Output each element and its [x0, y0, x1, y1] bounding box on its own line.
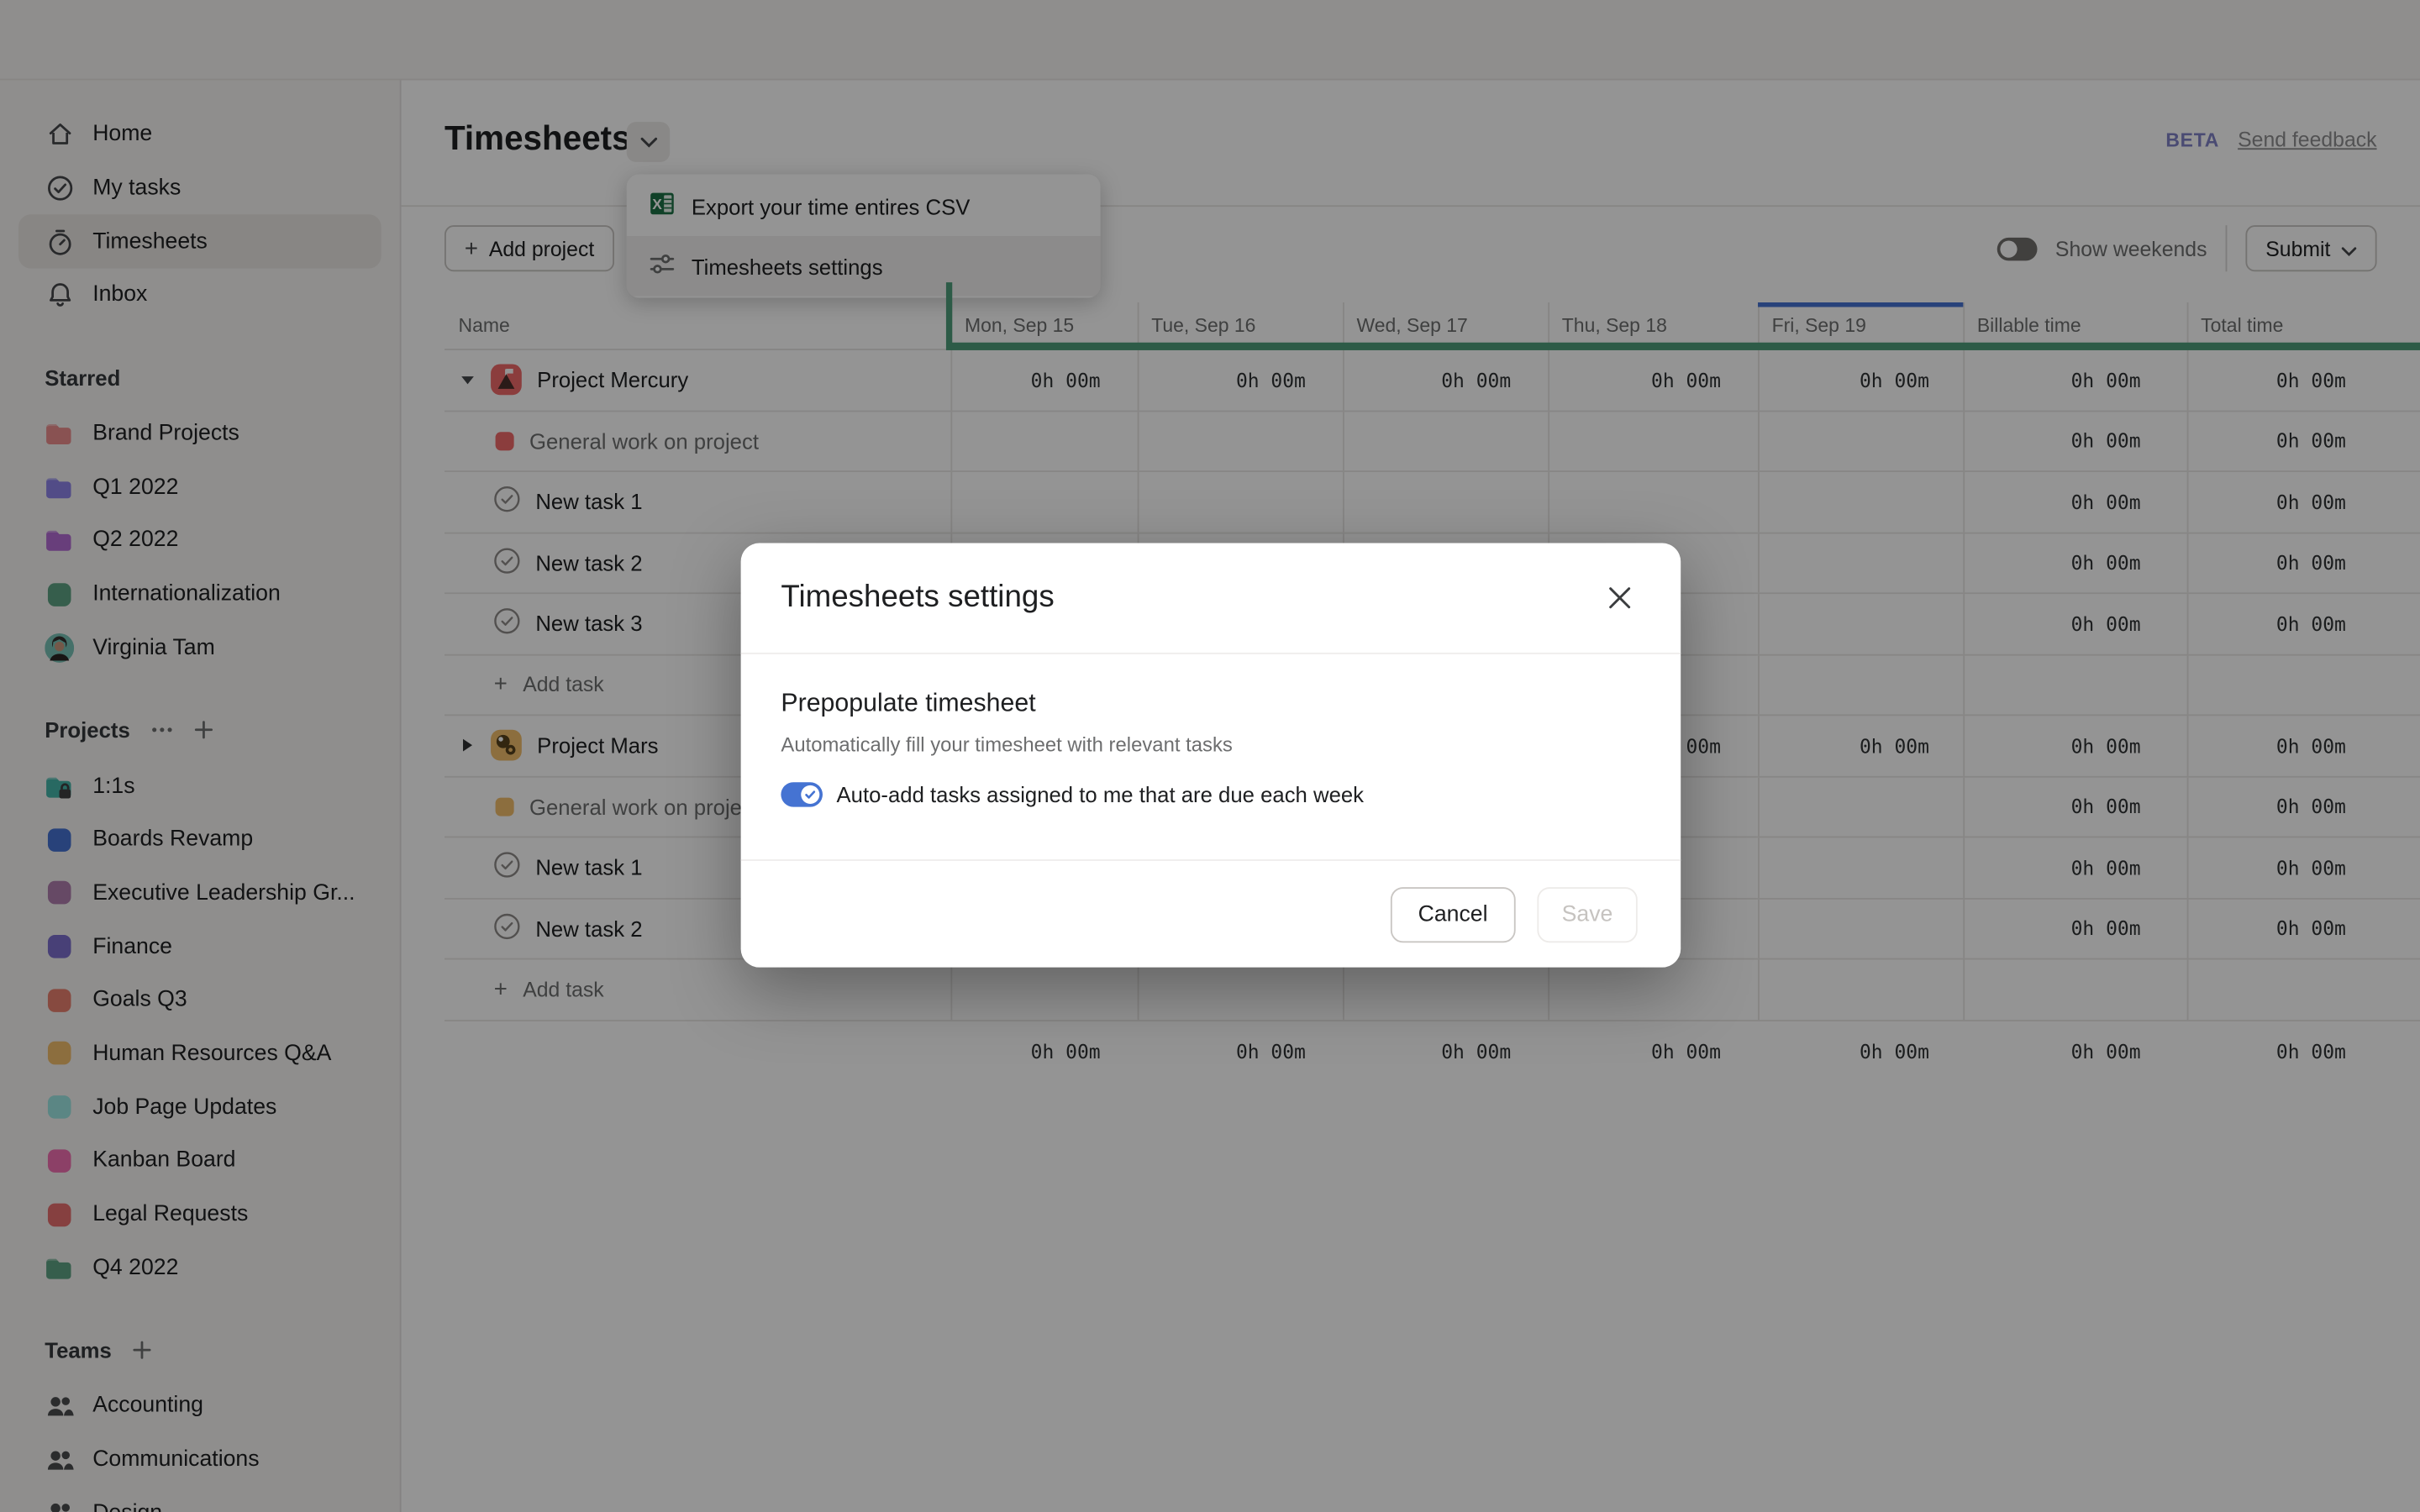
app-window: Timesheets BETA Send feedback + Add proj…	[0, 0, 2420, 1512]
save-button[interactable]: Save	[1537, 886, 1638, 942]
timesheets-settings-modal: Timesheets settings Prepopulate timeshee…	[741, 543, 1681, 968]
prepopulate-section-title: Prepopulate timesheet	[781, 690, 1640, 719]
toggle-knob	[801, 785, 819, 804]
auto-add-toggle-label: Auto-add tasks assigned to me that are d…	[837, 782, 1365, 806]
cancel-button[interactable]: Cancel	[1391, 886, 1516, 942]
prepopulate-section-description: Automatically fill your timesheet with r…	[781, 732, 1640, 756]
auto-add-toggle[interactable]	[781, 782, 823, 806]
close-icon[interactable]	[1597, 576, 1640, 619]
modal-title: Timesheets settings	[781, 580, 1054, 616]
